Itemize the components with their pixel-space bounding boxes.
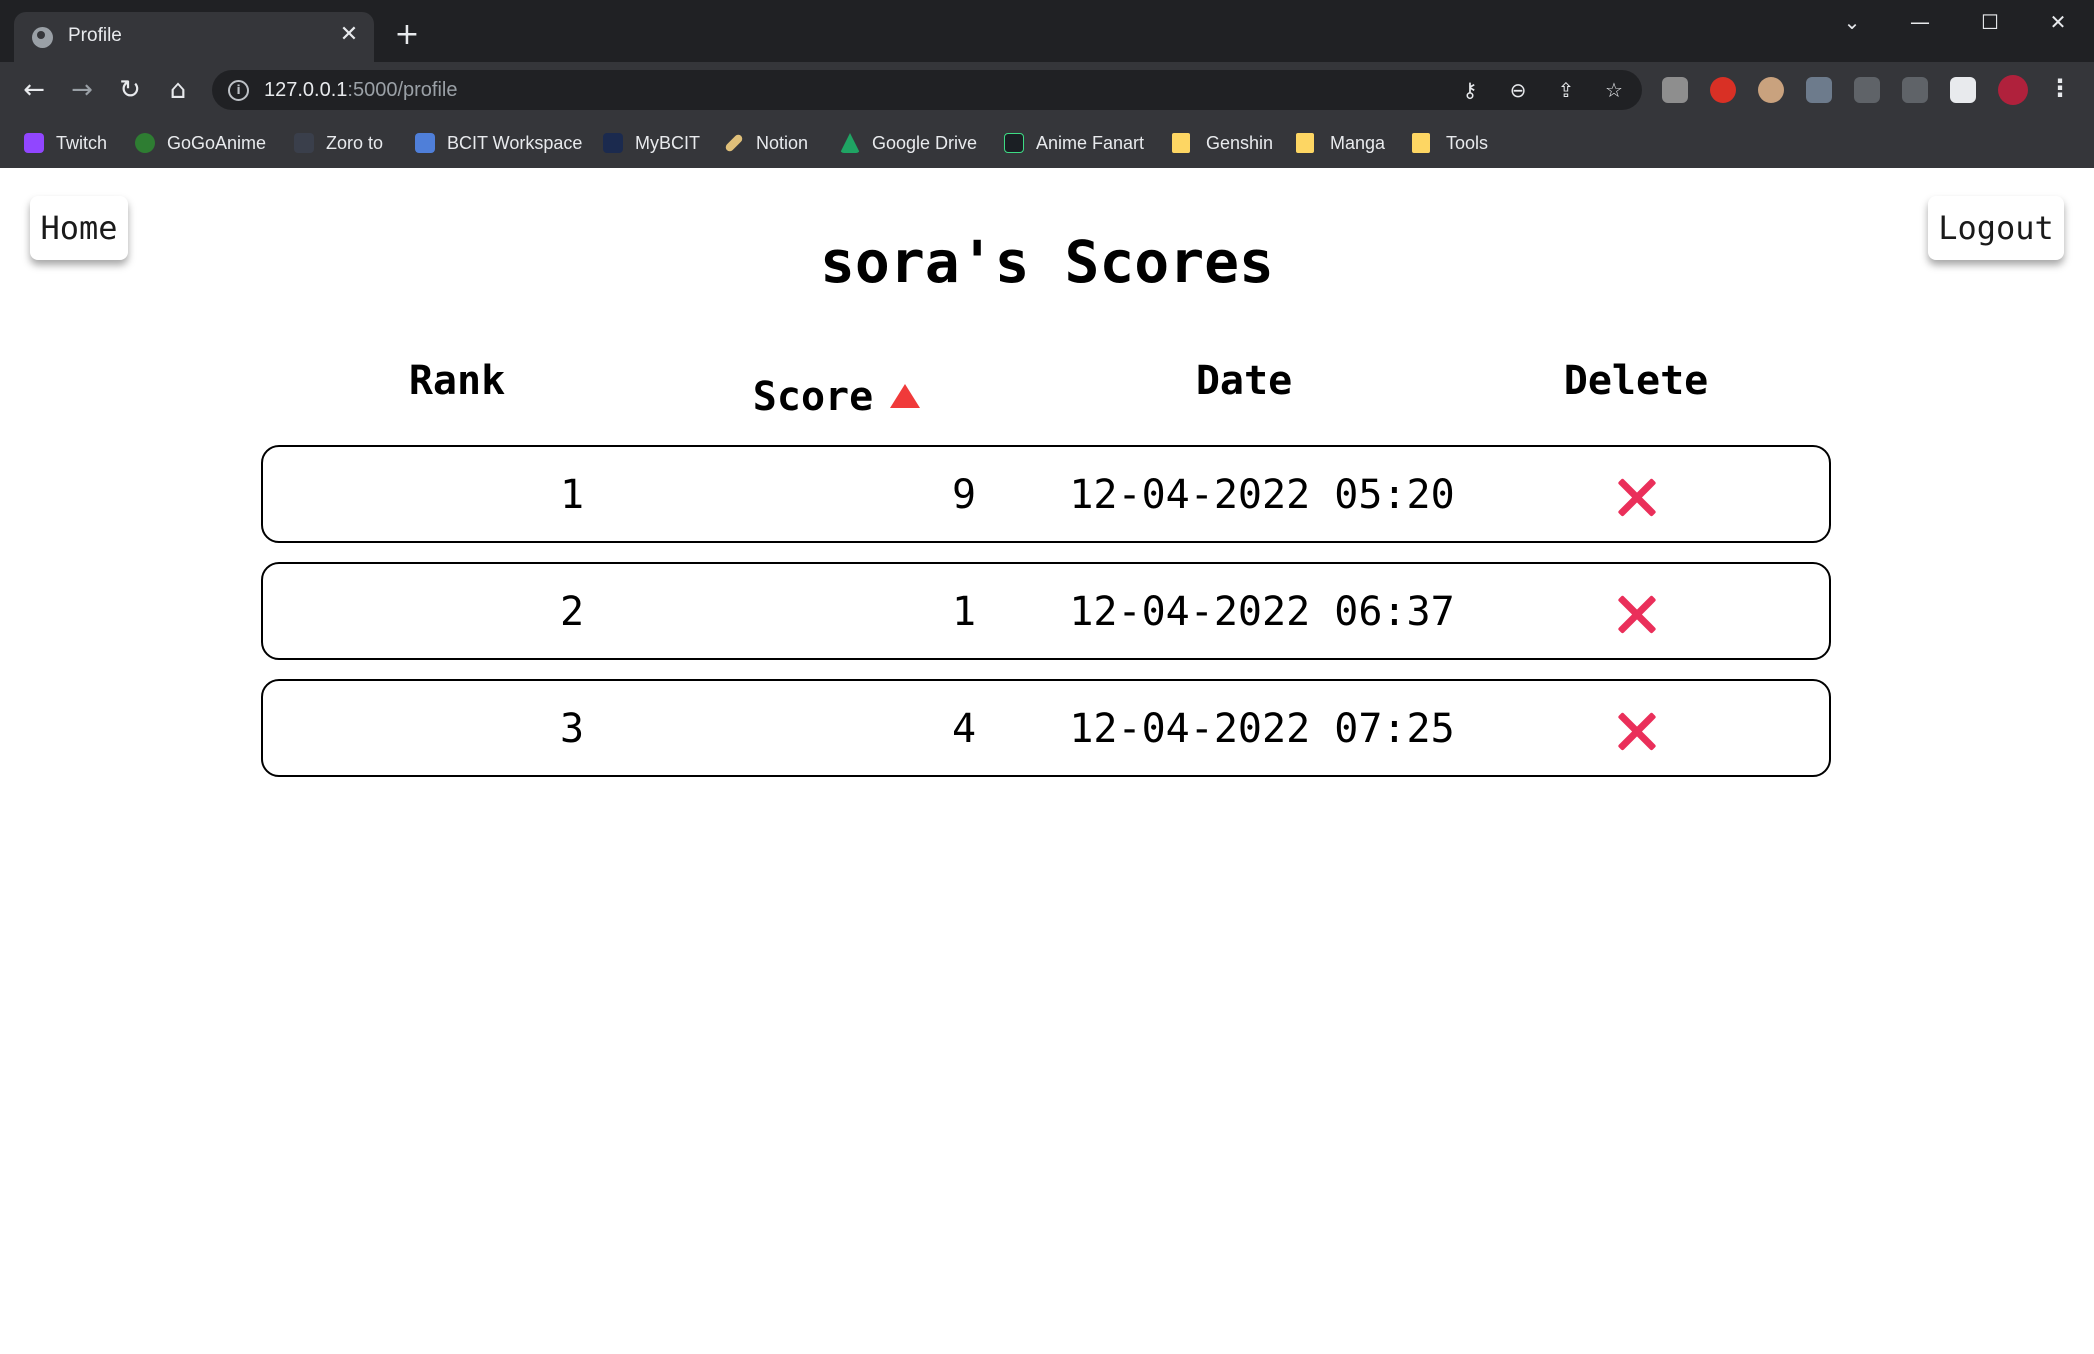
close-tab-icon[interactable]: ✕ (336, 22, 362, 48)
bookmark-zoro[interactable]: Zoro to (294, 130, 383, 156)
chevron-down-icon[interactable]: ⌄ (1832, 10, 1872, 34)
bookmark-bcit-workspace[interactable]: BCIT Workspace (415, 130, 582, 156)
profile-avatar[interactable] (1998, 75, 2028, 105)
header-delete: Delete (1563, 358, 1709, 404)
puzzle-icon[interactable] (1854, 77, 1880, 103)
score-row: 2 1 12-04-2022 06:37 (261, 562, 1831, 660)
page-title: sora's Scores (820, 228, 1274, 296)
google-drive-icon (840, 133, 860, 153)
extension-rainbow-icon[interactable] (1806, 77, 1832, 103)
tab-title: Profile (68, 25, 122, 46)
bookmark-anime-fanart[interactable]: Anime Fanart (1004, 130, 1144, 156)
info-icon[interactable]: i (228, 80, 249, 101)
bookmark-folder-tools[interactable]: Tools (1412, 130, 1488, 156)
score-row: 1 9 12-04-2022 05:20 (261, 445, 1831, 543)
zoro-icon (294, 133, 314, 153)
fanart-icon (1004, 133, 1024, 153)
extension-avatar-icon[interactable] (1758, 77, 1784, 103)
folder-icon (1296, 133, 1314, 153)
tab-strip: Profile ✕ + ⌄ — ☐ ✕ (0, 0, 2094, 62)
media-icon[interactable] (1902, 77, 1928, 103)
sort-ascending-icon[interactable] (890, 384, 920, 408)
url-text[interactable]: 127.0.0.1:5000/profile (264, 79, 458, 102)
menu-icon[interactable]: ⋮ (2048, 74, 2072, 102)
side-panel-icon[interactable] (1950, 77, 1976, 103)
page-content: Home Logout sora's Scores Rank Score Dat… (0, 168, 2094, 1354)
key-icon[interactable]: ⚷ (1456, 76, 1484, 104)
date-cell: 12-04-2022 06:37 (1069, 589, 1455, 635)
header-rank: Rank (408, 358, 506, 404)
bookmarks-bar: Twitch GoGoAnime Zoro to BCIT Workspace … (0, 120, 2094, 168)
delete-icon[interactable] (1615, 709, 1659, 753)
bookmark-gogoanime[interactable]: GoGoAnime (135, 130, 266, 156)
reload-button[interactable]: ↻ (112, 72, 148, 108)
gogoanime-icon (135, 133, 155, 153)
bookmark-google-drive[interactable]: Google Drive (840, 130, 977, 156)
forward-button[interactable]: → (64, 72, 100, 108)
zoom-icon[interactable]: ⊖ (1504, 76, 1532, 104)
share-icon[interactable]: ⇪ (1552, 76, 1580, 104)
bookmark-folder-manga[interactable]: Manga (1296, 130, 1385, 156)
date-cell: 12-04-2022 05:20 (1069, 472, 1455, 518)
minimize-button[interactable]: — (1900, 10, 1940, 34)
home-icon[interactable]: ⌂ (160, 72, 196, 108)
header-date: Date (1195, 358, 1293, 404)
twitch-icon (24, 133, 44, 153)
folder-icon (1412, 133, 1430, 153)
pencil-icon (724, 133, 744, 153)
bookmark-twitch[interactable]: Twitch (24, 130, 107, 156)
bookmark-notion[interactable]: Notion (724, 130, 808, 156)
lock-icon (415, 133, 435, 153)
maximize-button[interactable]: ☐ (1970, 10, 2010, 34)
browser-chrome: Profile ✕ + ⌄ — ☐ ✕ ← → ↻ ⌂ i 127.0.0.1:… (0, 0, 2094, 168)
delete-icon[interactable] (1615, 475, 1659, 519)
extension-icon[interactable] (1662, 77, 1688, 103)
tab-profile[interactable]: Profile ✕ (14, 12, 374, 62)
date-cell: 12-04-2022 07:25 (1069, 706, 1455, 752)
star-icon[interactable]: ☆ (1600, 76, 1628, 104)
folder-icon (1172, 133, 1190, 153)
back-button[interactable]: ← (16, 72, 52, 108)
globe-icon (32, 27, 53, 48)
delete-icon[interactable] (1615, 592, 1659, 636)
score-row: 3 4 12-04-2022 07:25 (261, 679, 1831, 777)
rank-cell: 1 (559, 472, 585, 518)
browser-toolbar: ← → ↻ ⌂ i 127.0.0.1:5000/profile ⚷ ⊖ ⇪ ☆… (0, 62, 2094, 120)
adblock-icon[interactable] (1710, 77, 1736, 103)
new-tab-button[interactable]: + (392, 20, 422, 50)
close-window-button[interactable]: ✕ (2038, 10, 2078, 34)
bcit-icon (603, 133, 623, 153)
address-bar[interactable]: i 127.0.0.1:5000/profile ⚷ ⊖ ⇪ ☆ (212, 70, 1642, 110)
rank-cell: 2 (559, 589, 585, 635)
bookmark-folder-genshin[interactable]: Genshin (1172, 130, 1273, 156)
rank-cell: 3 (559, 706, 585, 752)
bookmark-mybcit[interactable]: MyBCIT (603, 130, 700, 156)
